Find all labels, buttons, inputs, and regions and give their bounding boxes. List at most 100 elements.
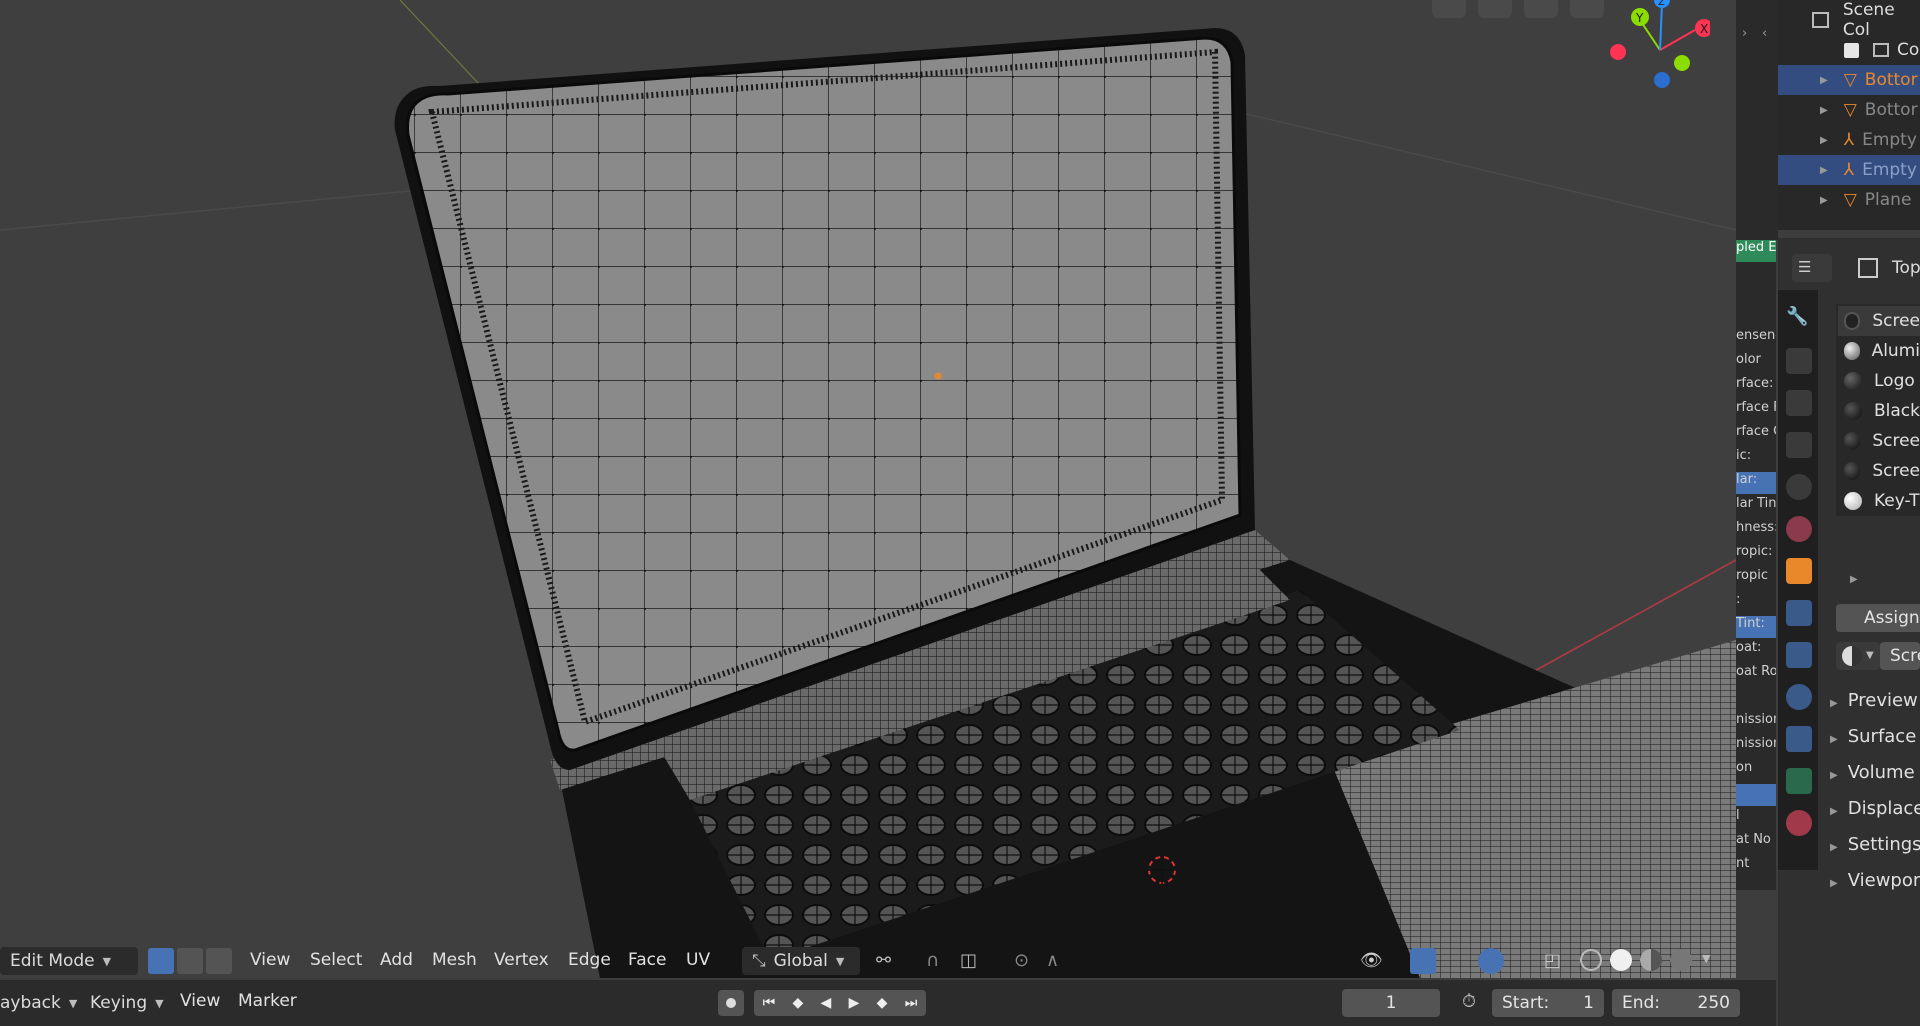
- node-row[interactable]: l: [1736, 808, 1776, 830]
- hand-icon[interactable]: [1524, 0, 1558, 18]
- end-frame-field[interactable]: End: 250: [1612, 989, 1740, 1017]
- outliner-item[interactable]: ▶ ⅄ Empty: [1778, 155, 1920, 185]
- timeline-menu-marker[interactable]: Marker: [238, 991, 297, 1011]
- modifier-tab-icon[interactable]: [1786, 600, 1812, 626]
- current-frame-field[interactable]: 1: [1342, 989, 1440, 1017]
- jump-end-icon[interactable]: ⏭: [905, 995, 918, 1011]
- constraints-tab-icon[interactable]: [1786, 726, 1812, 752]
- checkbox-icon[interactable]: [1844, 42, 1859, 58]
- panel-volume[interactable]: ▶ Volume: [1830, 762, 1915, 783]
- material-slot[interactable]: Scree: [1838, 456, 1920, 486]
- visibility-icon[interactable]: 👁: [1360, 950, 1383, 971]
- node-row[interactable]: rface F: [1736, 400, 1776, 422]
- menu-add[interactable]: Add: [380, 950, 413, 970]
- node-row[interactable]: hness:: [1736, 520, 1776, 542]
- overlay-toggle-button[interactable]: [1478, 948, 1504, 974]
- rendered-shading-icon[interactable]: [1670, 949, 1692, 971]
- camera-icon[interactable]: [1478, 0, 1512, 18]
- list-expand-arrow-icon[interactable]: ▶: [1850, 574, 1858, 585]
- node-row[interactable]: [1736, 688, 1776, 710]
- material-tab-icon[interactable]: [1786, 810, 1812, 836]
- data-tab-icon[interactable]: [1786, 768, 1812, 794]
- panel-surface[interactable]: ▶ Surface: [1830, 726, 1916, 747]
- wireframe-shading-icon[interactable]: [1580, 949, 1602, 971]
- expand-arrow-icon[interactable]: ▶: [1820, 195, 1828, 206]
- view-layer-tab-icon[interactable]: [1786, 432, 1812, 458]
- menu-view[interactable]: View: [250, 950, 290, 970]
- zoom-icon[interactable]: [1570, 0, 1604, 18]
- menu-vertex[interactable]: Vertex: [494, 950, 549, 970]
- jump-start-icon[interactable]: ⏮: [763, 995, 776, 1011]
- node-row[interactable]: oat:: [1736, 640, 1776, 662]
- outliner-scene-collection[interactable]: Scene Col: [1778, 0, 1920, 40]
- expand-arrow-icon[interactable]: ▶: [1820, 105, 1828, 116]
- outliner-item[interactable]: ▶ ▽ Bottor: [1778, 65, 1920, 95]
- editor-type-dropdown[interactable]: ☰: [1792, 254, 1832, 282]
- node-row[interactable]: on: [1736, 760, 1776, 782]
- physics-tab-icon[interactable]: [1786, 684, 1812, 710]
- render-tab-icon[interactable]: [1786, 348, 1812, 374]
- navigation-gizmo[interactable]: Y X Z: [1600, 0, 1710, 95]
- mode-dropdown[interactable]: Edit Mode ▼: [0, 947, 138, 975]
- node-row[interactable]: oat Ro: [1736, 664, 1776, 686]
- proportional-edit-icon[interactable]: ⊙: [1014, 950, 1029, 971]
- material-slot[interactable]: Black: [1838, 396, 1920, 426]
- assign-button[interactable]: Assign: [1836, 604, 1920, 632]
- grid-icon[interactable]: [1432, 0, 1466, 18]
- expand-arrow-icon[interactable]: ▶: [1820, 75, 1828, 86]
- material-name-field[interactable]: Scre: [1880, 642, 1920, 670]
- output-tab-icon[interactable]: [1786, 390, 1812, 416]
- object-tab-icon[interactable]: [1786, 558, 1812, 584]
- node-row[interactable]: Tint:: [1736, 616, 1776, 638]
- panel-preview[interactable]: ▶ Preview: [1830, 690, 1918, 711]
- shading-options-chevron-icon[interactable]: ▼: [1702, 952, 1710, 965]
- node-row[interactable]: lar Tin: [1736, 496, 1776, 518]
- outliner-item[interactable]: ▶ ⅄ Empty: [1778, 125, 1920, 155]
- material-slot[interactable]: Alumi: [1838, 336, 1920, 366]
- timeline-menu-view[interactable]: View: [180, 991, 220, 1011]
- transform-orientation-dropdown[interactable]: ⤡ Global ▼: [742, 947, 860, 975]
- start-frame-field[interactable]: Start: 1: [1492, 989, 1604, 1017]
- panel-settings[interactable]: ▶ Settings: [1830, 834, 1920, 855]
- node-row[interactable]: olor: [1736, 352, 1776, 374]
- node-row[interactable]: [1736, 784, 1776, 806]
- stopwatch-icon[interactable]: ⏱: [1462, 991, 1476, 1012]
- vertex-select-button[interactable]: [148, 948, 174, 974]
- outliner-item[interactable]: ▶ ▽ Plane: [1778, 185, 1920, 215]
- chevron-right-icon[interactable]: ›: [1742, 26, 1747, 41]
- tool-tab-icon[interactable]: 🔧: [1786, 306, 1812, 332]
- next-keyframe-icon[interactable]: ◆: [877, 995, 888, 1011]
- snap-target-icon[interactable]: ◫: [960, 950, 977, 971]
- node-row[interactable]: lar:: [1736, 472, 1776, 494]
- 3d-viewport[interactable]: Y X Z Edit Mode ▼ View Select Add Mesh V…: [0, 0, 1736, 978]
- panel-displacement[interactable]: ▶ Displace: [1830, 798, 1920, 819]
- menu-select[interactable]: Select: [310, 950, 362, 970]
- particles-tab-icon[interactable]: [1786, 642, 1812, 668]
- node-row[interactable]: ic:: [1736, 448, 1776, 470]
- material-slot[interactable]: Logo: [1838, 366, 1920, 396]
- material-slot[interactable]: Key-T: [1838, 486, 1920, 516]
- falloff-icon[interactable]: ∧: [1046, 950, 1059, 971]
- node-row[interactable]: ropic: [1736, 568, 1776, 590]
- node-row[interactable]: :: [1736, 592, 1776, 614]
- menu-uv[interactable]: UV: [686, 950, 710, 970]
- playback-menu[interactable]: ayback ▼: [0, 989, 80, 1017]
- previous-keyframe-icon[interactable]: ◆: [793, 995, 804, 1011]
- panel-viewport-display[interactable]: ▶ Viewpor: [1830, 870, 1920, 891]
- edge-select-button[interactable]: [177, 948, 203, 974]
- menu-face[interactable]: Face: [628, 950, 666, 970]
- menu-mesh[interactable]: Mesh: [432, 950, 477, 970]
- face-select-button[interactable]: [206, 948, 232, 974]
- keying-menu[interactable]: Keying ▼: [80, 989, 166, 1017]
- node-row[interactable]: nt: [1736, 856, 1776, 878]
- pivot-icon[interactable]: ⚯: [876, 950, 891, 971]
- record-button[interactable]: [718, 990, 744, 1016]
- node-row[interactable]: at No: [1736, 832, 1776, 854]
- material-slot[interactable]: Scree: [1838, 426, 1920, 456]
- material-slot[interactable]: Scree: [1838, 306, 1920, 336]
- outliner-item[interactable]: Co: [1778, 35, 1920, 65]
- menu-edge[interactable]: Edge: [568, 950, 611, 970]
- gizmo-toggle-button[interactable]: [1410, 948, 1436, 974]
- play-icon[interactable]: ▶: [849, 995, 860, 1011]
- material-browse-dropdown[interactable]: ▼: [1836, 642, 1880, 670]
